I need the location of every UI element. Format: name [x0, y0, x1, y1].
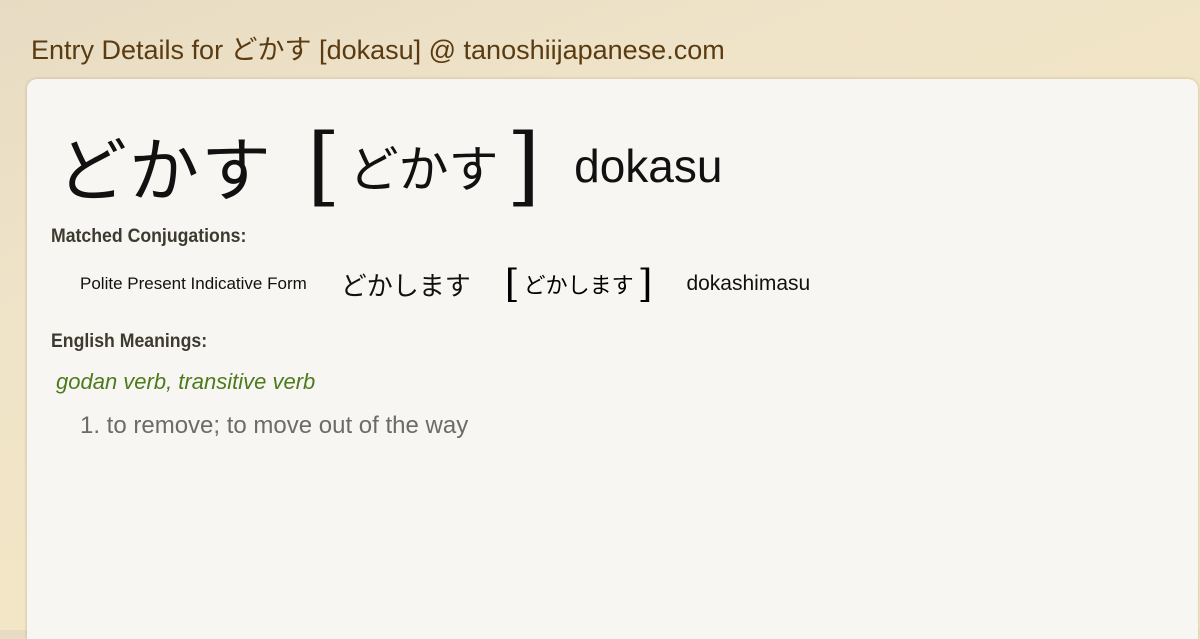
headword-reading: [ どかす ]: [307, 123, 540, 209]
headword-kanji: どかす: [57, 130, 273, 212]
definition-item: 1. to remove; to move out of the way: [80, 412, 469, 439]
entry-card: どかす [ どかす ] dokasu Matched Conjugations:…: [27, 79, 1198, 639]
part-of-speech: godan verb, transitive verb: [56, 369, 316, 394]
conjugations-label: Matched Conjugations:: [51, 226, 247, 247]
headword-reading-kana: どかす: [348, 140, 499, 199]
conjugation-romaji: dokashimasu: [686, 272, 811, 295]
conjugation-open-bracket: [: [504, 262, 520, 306]
conjugation-kanji: どかします: [340, 271, 471, 302]
conjugation-row: Polite Present Indicative Form どかします [ ど…: [80, 265, 810, 303]
meanings-label: English Meanings:: [51, 331, 208, 352]
headword-romaji: dokasu: [574, 139, 723, 192]
conjugation-form-name: Polite Present Indicative Form: [80, 274, 307, 293]
conjugation-reading: [ どかします ]: [505, 265, 653, 303]
conjugation-reading-kana: どかします: [523, 274, 634, 299]
conjugation-close-bracket: ]: [637, 262, 653, 306]
headword-row: どかす [ どかす ] dokasu: [57, 115, 722, 216]
reading-close-bracket: ]: [506, 115, 541, 216]
reading-open-bracket: [: [307, 115, 341, 216]
page-title: Entry Details for どかす [dokasu] @ tanoshi…: [31, 35, 725, 65]
